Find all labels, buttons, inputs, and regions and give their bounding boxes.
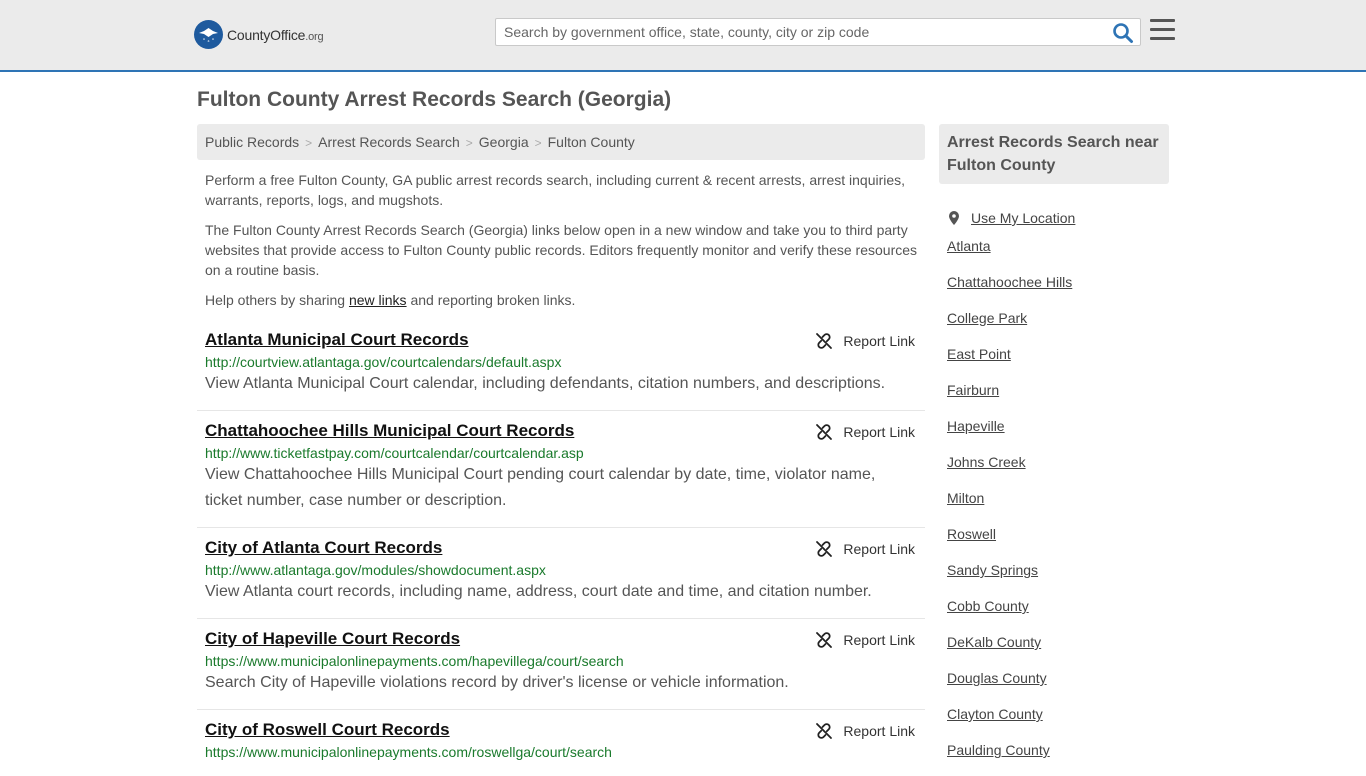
top-header: CountyOffice.org bbox=[0, 0, 1366, 72]
sidebar-item-roswell[interactable]: Roswell bbox=[947, 524, 1167, 560]
sidebar-item-milton[interactable]: Milton bbox=[947, 488, 1167, 524]
sidebar-item-paulding-county[interactable]: Paulding County bbox=[947, 740, 1167, 776]
breadcrumb-separator-icon: > bbox=[465, 136, 473, 150]
site-logo[interactable]: CountyOffice.org bbox=[194, 20, 324, 49]
new-links-link[interactable]: new links bbox=[349, 292, 407, 308]
result-url[interactable]: http://www.ticketfastpay.com/courtcalend… bbox=[205, 445, 925, 461]
use-my-location-link[interactable]: Use My Location bbox=[971, 208, 1075, 228]
report-link-label: Report Link bbox=[843, 541, 915, 557]
report-link-label: Report Link bbox=[843, 424, 915, 440]
result-item: Atlanta Municipal Court Records http://c… bbox=[197, 330, 925, 411]
result-description: View Chattahoochee Hills Municipal Court… bbox=[205, 466, 876, 509]
nearby-locations-list: Use My Location Atlanta Chattahoochee Hi… bbox=[947, 200, 1167, 776]
sidebar-item-hapeville[interactable]: Hapeville bbox=[947, 416, 1167, 452]
breadcrumb-fulton-county[interactable]: Fulton County bbox=[548, 134, 635, 150]
result-description: View Atlanta court records, including na… bbox=[205, 583, 872, 600]
report-link-button[interactable]: Report Link bbox=[815, 423, 915, 441]
report-link-label: Report Link bbox=[843, 723, 915, 739]
intro-paragraph: Perform a free Fulton County, GA public … bbox=[205, 172, 906, 208]
broken-link-icon bbox=[816, 632, 833, 648]
result-item: City of Atlanta Court Records http://www… bbox=[197, 538, 925, 619]
broken-link-icon bbox=[816, 723, 833, 739]
sidebar-item-chattahoochee-hills[interactable]: Chattahoochee Hills bbox=[947, 272, 1167, 308]
result-url[interactable]: https://www.municipalonlinepayments.com/… bbox=[205, 744, 925, 760]
breadcrumb-separator-icon: > bbox=[534, 136, 542, 150]
report-link-button[interactable]: Report Link bbox=[815, 722, 915, 740]
page-title: Fulton County Arrest Records Search (Geo… bbox=[197, 88, 672, 111]
report-link-label: Report Link bbox=[843, 333, 915, 349]
result-item: Chattahoochee Hills Municipal Court Reco… bbox=[197, 421, 925, 528]
breadcrumb: Public Records > Arrest Records Search > Geo… bbox=[197, 124, 925, 160]
sidebar-heading: Arrest Records Search near Fulton County bbox=[939, 124, 1169, 184]
report-link-button[interactable]: Report Link bbox=[815, 631, 915, 649]
sidebar-item-dekalb-county[interactable]: DeKalb County bbox=[947, 632, 1167, 668]
result-url[interactable]: http://www.atlantaga.gov/modules/showdoc… bbox=[205, 562, 925, 578]
sidebar-item-college-park[interactable]: College Park bbox=[947, 308, 1167, 344]
breadcrumb-georgia[interactable]: Georgia bbox=[479, 134, 529, 150]
report-link-label: Report Link bbox=[843, 632, 915, 648]
breadcrumb-arrest-records-search[interactable]: Arrest Records Search bbox=[318, 134, 460, 150]
sidebar-item-sandy-springs[interactable]: Sandy Springs bbox=[947, 560, 1167, 596]
logo-tld: .org bbox=[305, 30, 324, 43]
use-my-location-item: Use My Location bbox=[947, 200, 1167, 236]
broken-link-icon bbox=[816, 333, 833, 349]
report-link-button[interactable]: Report Link bbox=[815, 332, 915, 350]
help-paragraph: Help others by sharing new links and rep… bbox=[205, 292, 576, 308]
location-pin-icon bbox=[949, 211, 959, 225]
search-input[interactable] bbox=[496, 19, 1106, 45]
result-description: View Atlanta Municipal Court calendar, i… bbox=[205, 375, 886, 392]
sidebar-item-douglas-county[interactable]: Douglas County bbox=[947, 668, 1167, 704]
breadcrumb-public-records[interactable]: Public Records bbox=[205, 134, 299, 150]
disclaimer-paragraph: The Fulton County Arrest Records Search … bbox=[205, 222, 918, 278]
seal-icon bbox=[194, 20, 223, 49]
hamburger-menu-icon[interactable] bbox=[1150, 19, 1175, 41]
report-link-button[interactable]: Report Link bbox=[815, 540, 915, 558]
sidebar-item-johns-creek[interactable]: Johns Creek bbox=[947, 452, 1167, 488]
broken-link-icon bbox=[816, 424, 833, 440]
breadcrumb-separator-icon: > bbox=[305, 136, 313, 150]
result-url[interactable]: http://courtview.atlantaga.gov/courtcale… bbox=[205, 354, 925, 370]
search-icon[interactable] bbox=[1112, 22, 1134, 44]
search-box bbox=[495, 18, 1141, 46]
sidebar-item-cobb-county[interactable]: Cobb County bbox=[947, 596, 1167, 632]
result-url[interactable]: https://www.municipalonlinepayments.com/… bbox=[205, 653, 925, 669]
result-description: Search City of Hapeville violations reco… bbox=[205, 674, 789, 691]
sidebar-item-clayton-county[interactable]: Clayton County bbox=[947, 704, 1167, 740]
sidebar-item-atlanta[interactable]: Atlanta bbox=[947, 236, 1167, 272]
result-item: City of Hapeville Court Records https://… bbox=[197, 629, 925, 710]
sidebar-item-east-point[interactable]: East Point bbox=[947, 344, 1167, 380]
sidebar-item-fairburn[interactable]: Fairburn bbox=[947, 380, 1167, 416]
result-item: City of Roswell Court Records https://ww… bbox=[197, 720, 925, 768]
logo-name: CountyOffice bbox=[227, 26, 306, 43]
broken-link-icon bbox=[816, 541, 833, 557]
